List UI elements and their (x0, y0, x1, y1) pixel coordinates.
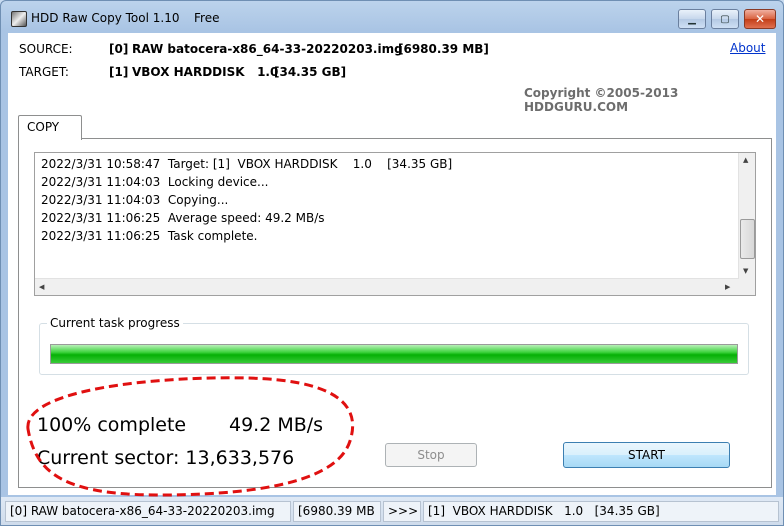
log-message: Target: [1] VBOX HARDDISK 1.0 [34.35 GB] (167, 157, 453, 171)
tab-copy[interactable]: COPY (18, 115, 82, 140)
source-index: [0] (109, 42, 129, 56)
log-message: Task complete. (167, 229, 258, 243)
log-line: 2022/3/31 11:04:03 Locking device... (41, 175, 268, 189)
scroll-corner (739, 279, 755, 295)
log-time: 2022/3/31 11:06:25 (41, 211, 161, 225)
target-size: [34.35 GB] (274, 65, 347, 79)
status-source-text: [0] RAW batocera-x86_64-33-20220203.img (10, 504, 275, 518)
source-label: SOURCE: (19, 42, 73, 56)
minimize-icon: ▁ (688, 13, 696, 25)
log-message: Average speed: 49.2 MB/s (167, 211, 325, 225)
scroll-right-icon[interactable]: ▶ (725, 283, 730, 291)
target-label: TARGET: (19, 65, 69, 79)
maximize-button[interactable]: ▢ (711, 9, 739, 29)
status-bar: [0] RAW batocera-x86_64-33-20220203.img … (1, 497, 783, 525)
status-target: [1] VBOX HARDDISK 1.0 [34.35 GB] (423, 501, 779, 522)
target-name: VBOX HARDDISK 1.0 (132, 65, 279, 79)
progress-group-title: Current task progress (47, 316, 183, 330)
log-vertical-scrollbar[interactable]: ▲ ▼ (738, 153, 755, 279)
vertical-scroll-thumb[interactable] (740, 219, 755, 259)
scroll-down-icon[interactable]: ▼ (743, 267, 748, 275)
about-link[interactable]: About (730, 41, 765, 55)
client-area: SOURCE: [0] RAW batocera-x86_64-33-20220… (8, 33, 776, 497)
log-message: Copying... (167, 193, 229, 207)
log-list[interactable]: 2022/3/31 10:58:47 Target: [1] VBOX HARD… (34, 152, 756, 296)
status-target-text: [1] VBOX HARDDISK 1.0 [34.35 GB] (428, 504, 660, 518)
close-button[interactable]: ✕ (744, 9, 776, 29)
close-icon: ✕ (754, 12, 766, 26)
scroll-up-icon[interactable]: ▲ (743, 156, 748, 164)
red-annotation-ellipse (26, 376, 355, 497)
status-source: [0] RAW batocera-x86_64-33-20220203.img (5, 501, 291, 522)
title-bar[interactable]: HDD Raw Copy Tool 1.10 Free ▁ ▢ ✕ (1, 1, 783, 33)
status-arrow-text: >>> (388, 504, 419, 518)
copyright-text: Copyright ©2005-2013 HDDGURU.COM (524, 86, 679, 114)
status-source-size: [6980.39 MB (293, 501, 381, 522)
progress-group: Current task progress (39, 316, 749, 375)
log-time: 2022/3/31 10:58:47 (41, 157, 161, 171)
maximize-icon: ▢ (720, 13, 730, 25)
minimize-button[interactable]: ▁ (678, 9, 706, 29)
log-line: 2022/3/31 11:06:25 Task complete. (41, 229, 257, 243)
log-line: 2022/3/31 11:06:25 Average speed: 49.2 M… (41, 211, 325, 225)
stop-button[interactable]: Stop (385, 443, 477, 467)
hdd-app-icon (11, 11, 27, 27)
log-time: 2022/3/31 11:06:25 (41, 229, 161, 243)
log-line: 2022/3/31 10:58:47 Target: [1] VBOX HARD… (41, 157, 452, 171)
window-title: HDD Raw Copy Tool 1.10 (31, 11, 180, 25)
tab-copy-label: COPY (27, 120, 60, 134)
log-time: 2022/3/31 11:04:03 (41, 175, 161, 189)
status-arrow: >>> (383, 501, 421, 522)
target-index: [1] (109, 65, 129, 79)
log-message: Locking device... (167, 175, 269, 189)
task-progress-fill (51, 345, 737, 363)
scroll-left-icon[interactable]: ◀ (39, 283, 44, 291)
app-window: HDD Raw Copy Tool 1.10 Free ▁ ▢ ✕ SOURCE… (0, 0, 784, 526)
source-name: RAW batocera-x86_64-33-20220203.img (132, 42, 403, 56)
log-line: 2022/3/31 11:04:03 Copying... (41, 193, 228, 207)
log-time: 2022/3/31 11:04:03 (41, 193, 161, 207)
log-horizontal-scrollbar[interactable]: ◀ ▶ (35, 278, 739, 295)
start-button[interactable]: START (563, 442, 730, 468)
source-size: [6980.39 MB] (398, 42, 489, 56)
edition-label: Free (194, 11, 220, 25)
task-progress-bar (50, 344, 738, 364)
status-source-size-text: [6980.39 MB (298, 504, 375, 518)
